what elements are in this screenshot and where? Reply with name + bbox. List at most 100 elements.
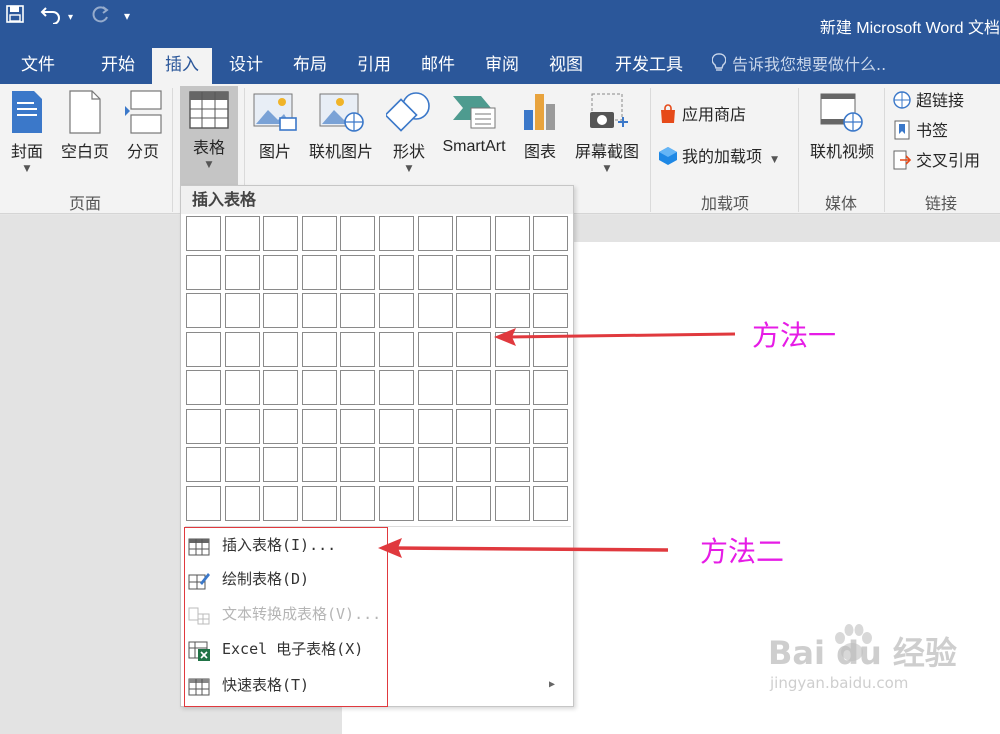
table-grid-cell[interactable]	[456, 331, 492, 367]
table-grid-cell[interactable]	[533, 485, 569, 521]
table-grid-cell[interactable]	[340, 216, 376, 251]
tell-me-box[interactable]: 告诉我您想要做什么..	[711, 48, 886, 84]
table-grid-cell[interactable]	[224, 331, 260, 367]
table-grid-cell[interactable]	[417, 331, 453, 367]
table-grid-cell[interactable]	[379, 408, 414, 444]
table-grid-cell[interactable]	[456, 293, 492, 328]
table-grid-cell[interactable]	[186, 447, 221, 482]
table-grid-cell[interactable]	[417, 254, 453, 290]
tab-developer[interactable]: 开发工具	[604, 48, 694, 84]
tab-review[interactable]: 审阅	[472, 48, 532, 84]
table-grid-cell[interactable]	[301, 408, 337, 444]
table-grid-cell[interactable]	[533, 216, 569, 251]
table-grid-cell[interactable]	[224, 216, 260, 251]
table-grid-cell[interactable]	[301, 293, 337, 328]
hyperlink-button[interactable]: 超链接	[892, 88, 964, 114]
table-grid-cell[interactable]	[533, 331, 569, 367]
table-button[interactable]: 表格 ▼	[182, 90, 236, 172]
table-grid-cell[interactable]	[186, 293, 221, 328]
table-grid-cell[interactable]	[340, 408, 376, 444]
table-grid-cell[interactable]	[494, 447, 530, 482]
table-grid-cell[interactable]	[456, 216, 492, 251]
table-grid-cell[interactable]	[263, 216, 299, 251]
my-addins-button[interactable]: 我的加载项 ▼	[658, 144, 778, 170]
pictures-button[interactable]: 图片	[250, 90, 300, 162]
table-grid-cell[interactable]	[494, 254, 530, 290]
table-grid-cell[interactable]	[494, 216, 530, 251]
smartart-button[interactable]: SmartArt	[438, 90, 510, 156]
table-grid-cell[interactable]	[186, 331, 221, 367]
table-grid-cell[interactable]	[340, 447, 376, 482]
table-grid-cell[interactable]	[186, 485, 221, 521]
table-grid-cell[interactable]	[186, 216, 221, 251]
table-grid-cell[interactable]	[494, 485, 530, 521]
save-icon[interactable]	[6, 5, 24, 28]
table-grid-cell[interactable]	[340, 331, 376, 367]
table-grid-cell[interactable]	[224, 408, 260, 444]
table-grid-cell[interactable]	[301, 254, 337, 290]
tab-view[interactable]: 视图	[536, 48, 596, 84]
table-grid-cell[interactable]	[456, 485, 492, 521]
tab-home[interactable]: 开始	[88, 48, 148, 84]
table-grid-cell[interactable]	[494, 331, 530, 367]
tab-layout[interactable]: 布局	[280, 48, 340, 84]
tab-references[interactable]: 引用	[344, 48, 404, 84]
table-grid-cell[interactable]	[379, 485, 414, 521]
table-grid-cell[interactable]	[494, 408, 530, 444]
table-grid-cell[interactable]	[186, 370, 221, 405]
table-grid-cell[interactable]	[340, 254, 376, 290]
online-pictures-button[interactable]: 联机图片	[304, 90, 378, 162]
table-grid-cell[interactable]	[417, 293, 453, 328]
table-grid-cell[interactable]	[301, 447, 337, 482]
table-grid-cell[interactable]	[417, 485, 453, 521]
table-grid-cell[interactable]	[456, 254, 492, 290]
tab-insert[interactable]: 插入	[152, 48, 212, 84]
table-grid-cell[interactable]	[263, 293, 299, 328]
page-break-button[interactable]: 分页	[120, 90, 166, 162]
table-grid-cell[interactable]	[224, 254, 260, 290]
table-grid-cell[interactable]	[224, 370, 260, 405]
store-button[interactable]: 应用商店	[658, 102, 746, 128]
chart-button[interactable]: 图表	[516, 90, 564, 162]
table-grid-cell[interactable]	[186, 408, 221, 444]
table-grid-cell[interactable]	[494, 293, 530, 328]
table-grid-cell[interactable]	[340, 293, 376, 328]
table-grid-cell[interactable]	[263, 447, 299, 482]
table-grid-cell[interactable]	[456, 447, 492, 482]
table-grid-cell[interactable]	[263, 254, 299, 290]
tab-mailings[interactable]: 邮件	[408, 48, 468, 84]
table-grid-cell[interactable]	[533, 293, 569, 328]
table-grid-cell[interactable]	[417, 408, 453, 444]
table-grid-cell[interactable]	[263, 408, 299, 444]
table-grid-cell[interactable]	[417, 447, 453, 482]
table-grid-cell[interactable]	[340, 485, 376, 521]
online-video-button[interactable]: 联机视频	[804, 90, 880, 162]
table-grid-cell[interactable]	[494, 370, 530, 405]
table-grid-cell[interactable]	[224, 485, 260, 521]
bookmark-button[interactable]: 书签	[892, 118, 948, 144]
table-grid-cell[interactable]	[456, 408, 492, 444]
blank-page-button[interactable]: 空白页	[56, 90, 114, 162]
table-grid-cell[interactable]	[186, 254, 221, 290]
table-grid-cell[interactable]	[533, 408, 569, 444]
table-grid-cell[interactable]	[417, 370, 453, 405]
cross-reference-button[interactable]: 交叉引用	[892, 148, 980, 174]
table-grid-cell[interactable]	[379, 331, 414, 367]
undo-icon[interactable]	[40, 4, 62, 29]
undo-dropdown-icon[interactable]: ▾	[68, 8, 73, 28]
table-grid-cell[interactable]	[301, 331, 337, 367]
table-grid-cell[interactable]	[533, 254, 569, 290]
table-grid-cell[interactable]	[301, 216, 337, 251]
tab-design[interactable]: 设计	[216, 48, 276, 84]
table-grid-cell[interactable]	[379, 370, 414, 405]
table-grid-cell[interactable]	[224, 293, 260, 328]
table-grid-cell[interactable]	[263, 331, 299, 367]
table-grid-cell[interactable]	[263, 485, 299, 521]
table-grid-cell[interactable]	[456, 370, 492, 405]
customize-qat-icon[interactable]: ▾	[124, 6, 130, 26]
table-grid-cell[interactable]	[417, 216, 453, 251]
redo-icon[interactable]	[90, 5, 110, 30]
table-grid-cell[interactable]	[340, 370, 376, 405]
table-grid-cell[interactable]	[379, 447, 414, 482]
table-grid-cell[interactable]	[379, 254, 414, 290]
